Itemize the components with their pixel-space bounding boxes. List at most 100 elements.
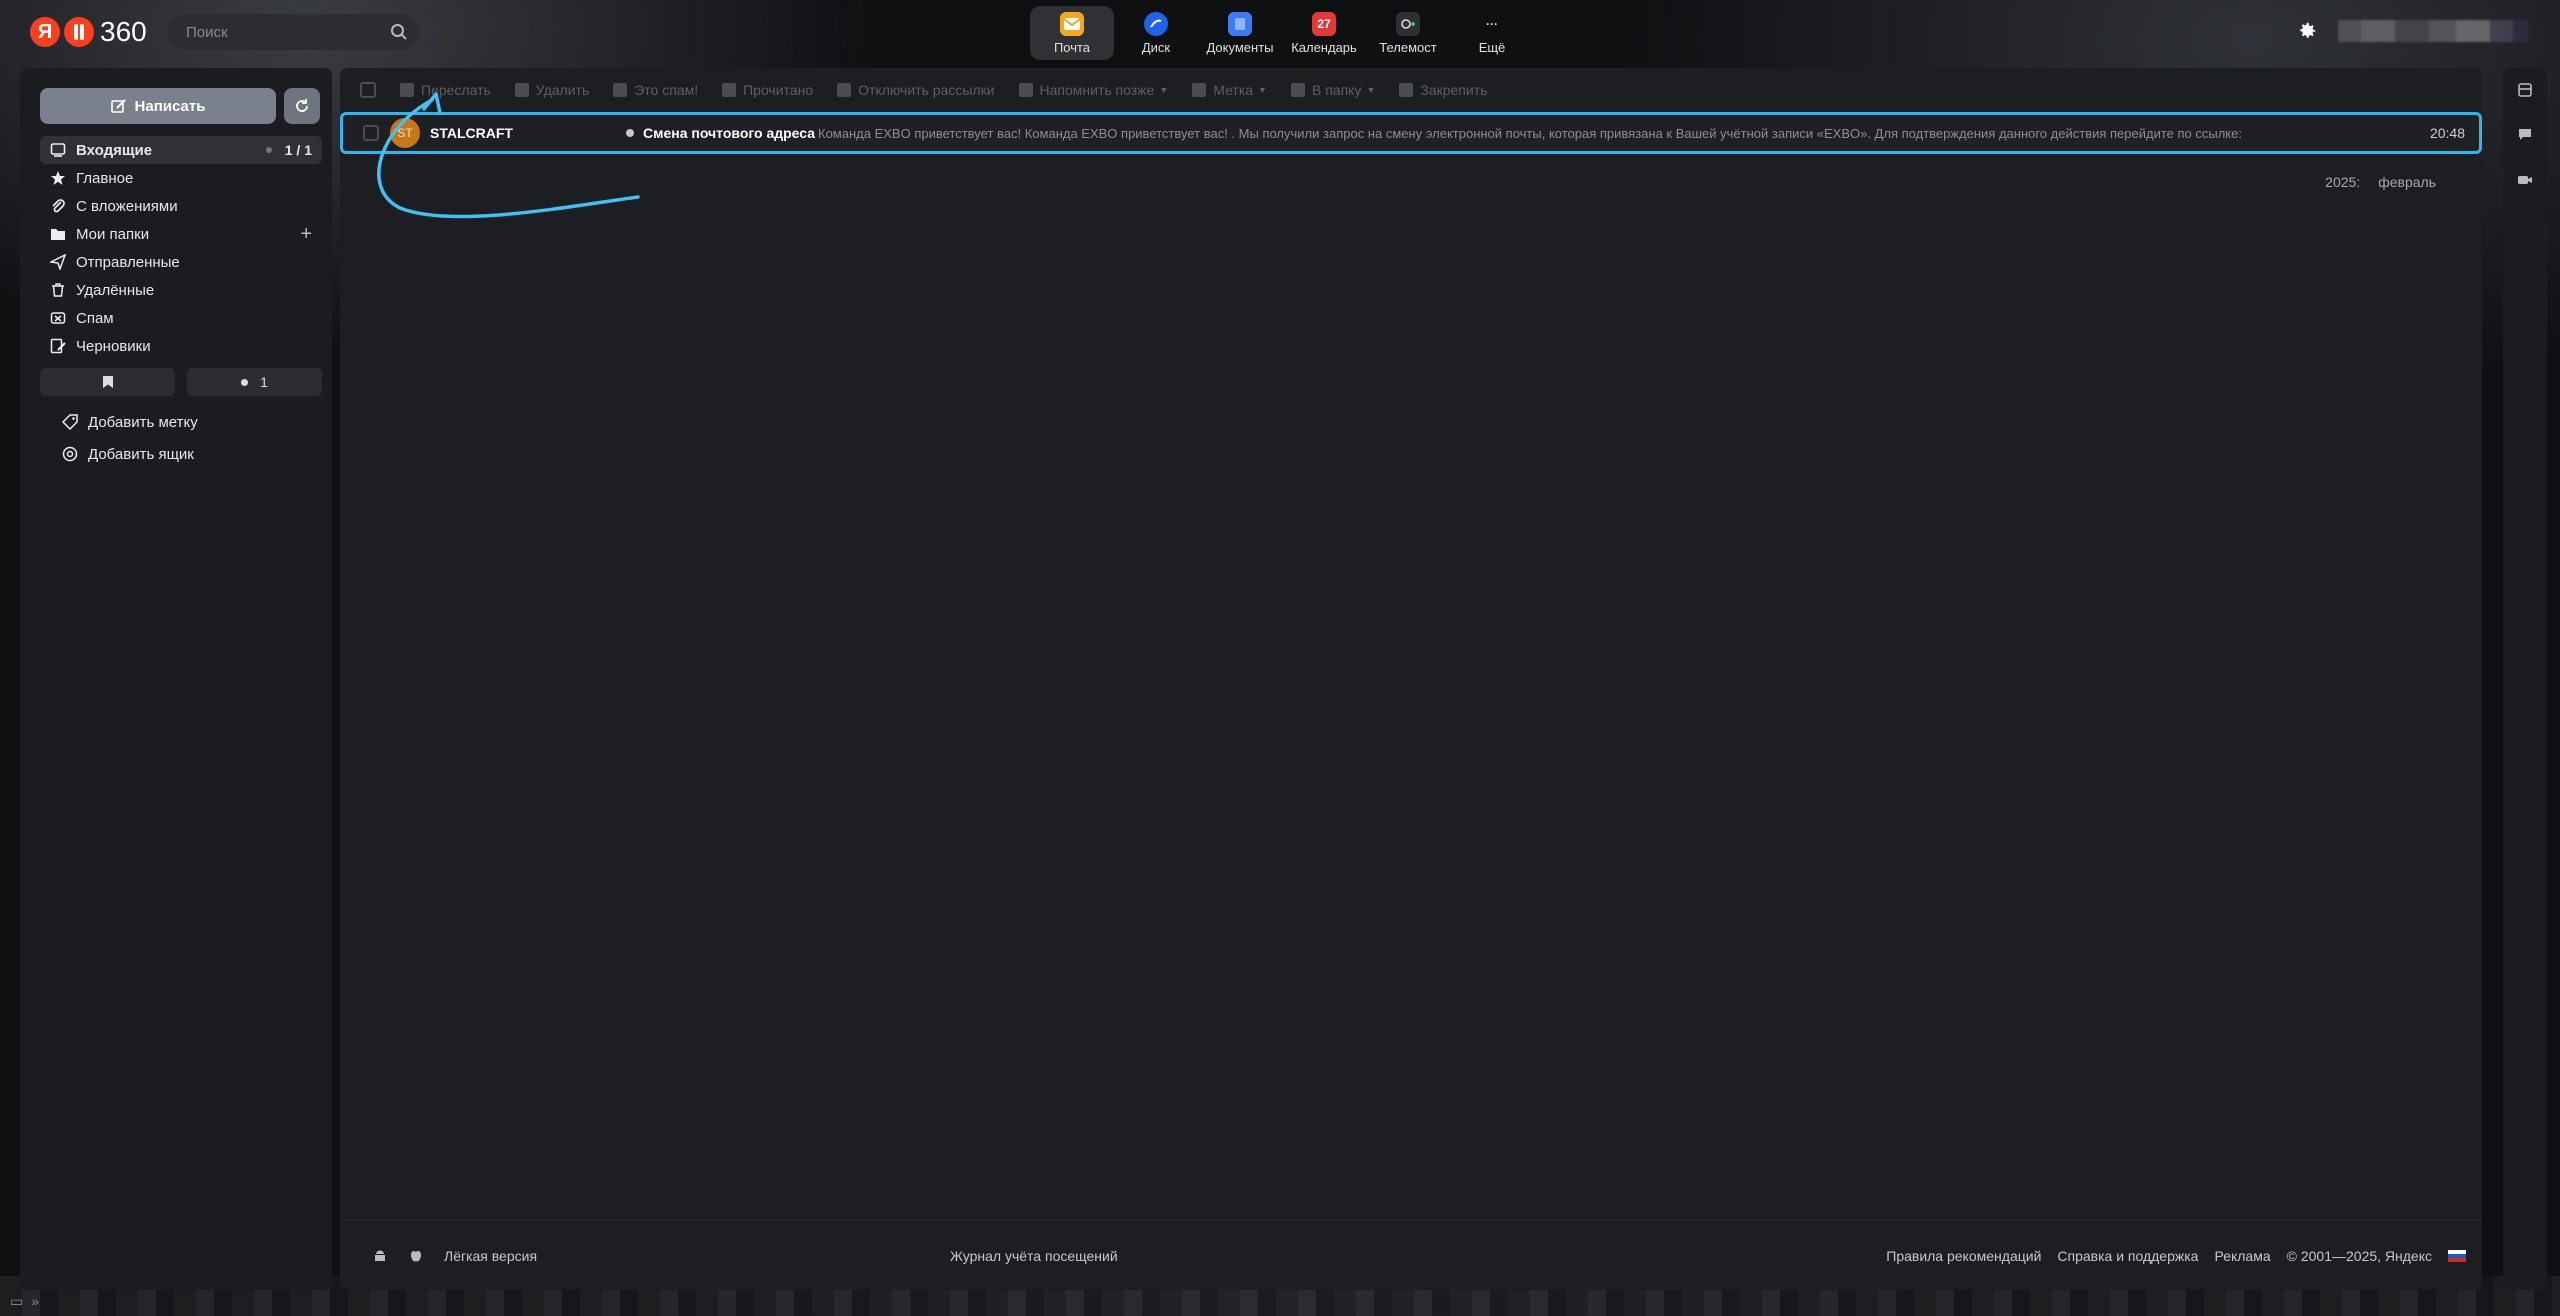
notes-icon[interactable] bbox=[2517, 82, 2533, 98]
app-label: Документы bbox=[1206, 39, 1274, 55]
user-account-blurred[interactable] bbox=[2338, 20, 2528, 42]
top-header: Я 360 Почта Диск Документы bbox=[0, 0, 2560, 66]
documents-icon bbox=[1228, 11, 1252, 36]
search-input[interactable] bbox=[186, 14, 386, 50]
app-disk[interactable]: Диск bbox=[1114, 6, 1198, 60]
bookmarked-filter-button[interactable] bbox=[40, 368, 175, 396]
telemost-icon bbox=[1396, 11, 1420, 36]
yandex-360-logo[interactable]: Я 360 bbox=[30, 16, 147, 48]
expand-icon[interactable]: » bbox=[31, 1293, 39, 1310]
remind-icon bbox=[1018, 83, 1033, 97]
pin-icon bbox=[1399, 83, 1414, 97]
language-flag-icon[interactable] bbox=[2448, 1249, 2466, 1262]
folder-main[interactable]: Главное bbox=[40, 164, 322, 192]
star-icon bbox=[51, 171, 65, 185]
unread-count: 1 bbox=[260, 374, 268, 390]
search-box[interactable] bbox=[168, 14, 420, 50]
date-month[interactable]: февраль bbox=[2378, 174, 2436, 190]
folder-icon bbox=[51, 229, 65, 240]
remind-later-button[interactable]: Напомнить позже ▼ bbox=[1018, 82, 1169, 98]
inbox-icon bbox=[50, 143, 66, 157]
app-more[interactable]: ··· Ещё bbox=[1450, 6, 1534, 60]
folder-drafts[interactable]: Черновики bbox=[40, 332, 322, 360]
search-icon[interactable] bbox=[390, 23, 408, 41]
date-year[interactable]: 2025: bbox=[2325, 174, 2360, 190]
drafts-icon bbox=[50, 338, 66, 354]
disk-icon bbox=[1144, 11, 1168, 36]
app-calendar[interactable]: 27 Календарь bbox=[1282, 6, 1366, 60]
folder-label: С вложениями bbox=[76, 197, 178, 215]
tag-icon bbox=[1192, 83, 1207, 97]
folder-my-folders[interactable]: Мои папки + bbox=[40, 220, 322, 248]
app-documents[interactable]: Документы bbox=[1198, 6, 1282, 60]
unread-dot-icon bbox=[241, 378, 249, 386]
add-label-text: Добавить метку bbox=[88, 413, 198, 431]
footer-link-rules[interactable]: Правила рекомендаций bbox=[1886, 1248, 2041, 1264]
footer-link-ads[interactable]: Реклама bbox=[2214, 1248, 2270, 1264]
yandex-logo-icon: Я bbox=[30, 17, 60, 47]
app-label: Ещё bbox=[1478, 39, 1506, 55]
folder-sent[interactable]: Отправленные bbox=[40, 248, 322, 276]
light-version-link[interactable]: Лёгкая версия bbox=[444, 1248, 537, 1264]
folder-deleted[interactable]: Удалённые bbox=[40, 276, 322, 304]
add-mailbox-link[interactable]: Добавить ящик bbox=[62, 438, 198, 470]
android-icon[interactable] bbox=[372, 1248, 388, 1264]
folder-label: Черновики bbox=[76, 337, 151, 355]
app-label: Диск bbox=[1141, 39, 1171, 55]
bookmark-icon bbox=[102, 376, 113, 388]
chevron-down-icon: ▼ bbox=[1159, 85, 1169, 95]
remind-later-label: Напомнить позже bbox=[1039, 82, 1155, 98]
folder-label: Отправленные bbox=[76, 253, 180, 271]
label-label: Метка bbox=[1213, 82, 1254, 98]
unread-dot[interactable] bbox=[266, 147, 272, 153]
folder-label: Главное bbox=[76, 169, 134, 187]
right-rail bbox=[2503, 68, 2547, 1290]
folder-inbox[interactable]: Входящие 1 / 1 bbox=[40, 136, 322, 164]
chat-icon[interactable] bbox=[2517, 126, 2533, 142]
settings-gear-icon[interactable] bbox=[2296, 20, 2318, 42]
page-footer: Лёгкая версия Журнал учёта посещений Пра… bbox=[340, 1220, 2482, 1290]
folder-label: Входящие bbox=[76, 141, 153, 159]
app-mail[interactable]: Почта bbox=[1030, 6, 1114, 60]
folder-attachments[interactable]: С вложениями bbox=[40, 192, 322, 220]
folder-icon bbox=[1290, 83, 1305, 97]
app-label: Почта bbox=[1053, 39, 1091, 55]
unsubscribe-button[interactable]: Отключить рассылки bbox=[837, 82, 995, 98]
unread-filter-button[interactable]: 1 bbox=[187, 368, 322, 396]
refresh-button[interactable] bbox=[284, 88, 320, 124]
folder-label: Мои папки bbox=[76, 225, 150, 243]
annotation-arrow bbox=[377, 92, 640, 219]
left-sidebar: Написать Входящие 1 / 1 Главное С вложен… bbox=[20, 68, 332, 1290]
folder-spam[interactable]: Спам bbox=[40, 304, 322, 332]
move-to-folder-button[interactable]: В папку ▼ bbox=[1290, 82, 1375, 98]
mail-icon bbox=[1060, 11, 1084, 36]
calendar-icon: 27 bbox=[1312, 11, 1336, 36]
date-filter: 2025: февраль bbox=[2325, 174, 2436, 190]
message-time: 20:48 bbox=[2429, 125, 2465, 141]
add-mailbox-text: Добавить ящик bbox=[88, 445, 194, 463]
sidebar-extras: Добавить метку Добавить ящик bbox=[62, 406, 198, 470]
pin-label: Закрепить bbox=[1420, 82, 1488, 98]
visit-log-link[interactable]: Журнал учёта посещений bbox=[950, 1248, 1118, 1264]
label-button[interactable]: Метка ▼ bbox=[1192, 82, 1267, 98]
app-telemost[interactable]: Телемост bbox=[1366, 6, 1450, 60]
at-icon bbox=[62, 446, 78, 462]
copyright: © 2001—2025, Яндекс bbox=[2286, 1247, 2432, 1264]
compose-button[interactable]: Написать bbox=[40, 88, 276, 124]
apple-icon[interactable] bbox=[408, 1248, 424, 1264]
compose-icon bbox=[110, 99, 126, 113]
video-icon[interactable] bbox=[2517, 172, 2533, 188]
calendar-mini-icon[interactable]: ▭ bbox=[10, 1293, 23, 1310]
tag-icon bbox=[62, 414, 78, 430]
folder-label: Спам bbox=[76, 309, 114, 327]
apps-switcher: Почта Диск Документы 27 Календарь Телемо… bbox=[1030, 6, 1534, 60]
chevron-down-icon: ▼ bbox=[1258, 85, 1267, 95]
add-label-link[interactable]: Добавить метку bbox=[62, 406, 198, 438]
spam-icon bbox=[50, 312, 66, 324]
add-folder-button[interactable]: + bbox=[300, 223, 312, 246]
logo-text: 360 bbox=[100, 16, 147, 47]
pin-button[interactable]: Закрепить bbox=[1399, 82, 1487, 98]
app-label: Телемост bbox=[1379, 39, 1437, 55]
bottom-left-controls: ▭ » bbox=[10, 1293, 39, 1310]
footer-link-help[interactable]: Справка и поддержка bbox=[2057, 1248, 2198, 1264]
